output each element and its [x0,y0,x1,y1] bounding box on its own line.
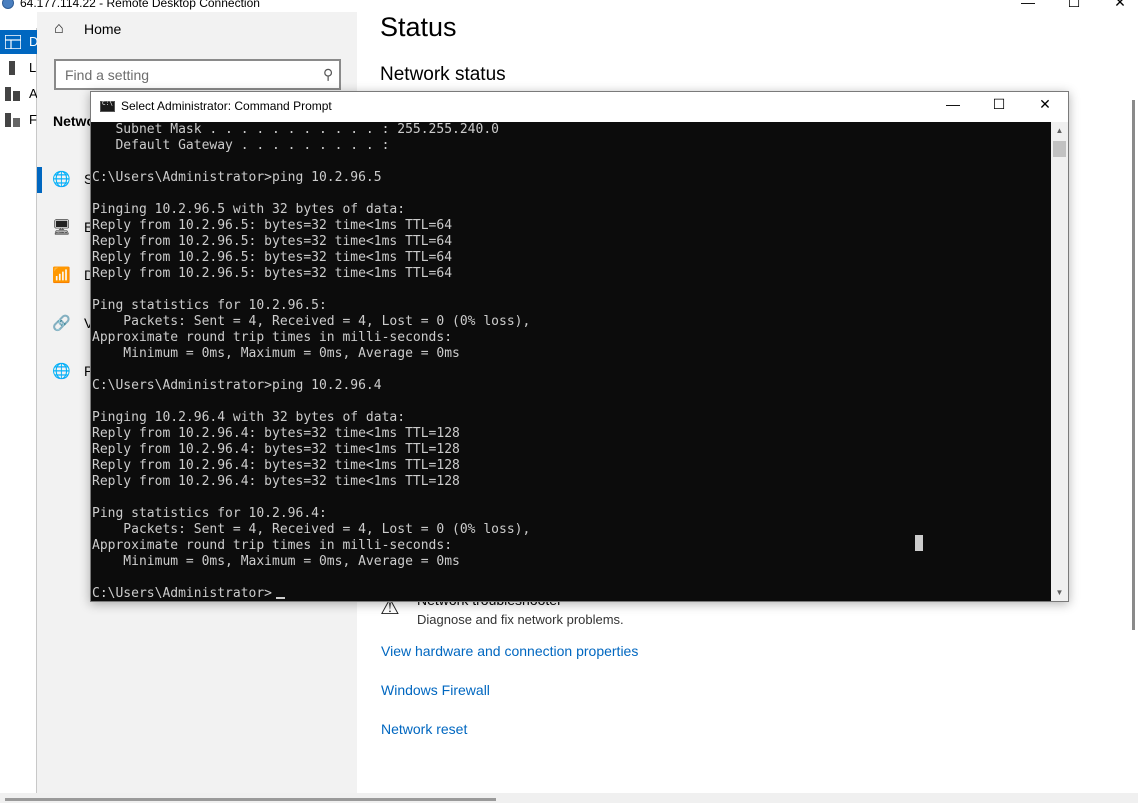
text-cursor [276,597,285,599]
console-line: C:\Users\Administrator>ping 10.2.96.5 [92,170,382,185]
console-line: Packets: Sent = 4, Received = 4, Lost = … [92,314,531,329]
rdp-minimize-button[interactable]: — [1005,0,1051,10]
selection-block [915,535,923,551]
rdp-close-button[interactable]: ✕ [1097,0,1138,10]
cmd-scrollbar[interactable]: ▲ ▼ [1051,122,1068,601]
search-icon[interactable]: ⚲ [323,66,333,83]
console-line: Reply from 10.2.96.5: bytes=32 time<1ms … [92,218,453,233]
cmd-title-bar[interactable]: Select Administrator: Command Prompt — ☐… [91,92,1068,122]
scroll-up-arrow-icon[interactable]: ▲ [1051,122,1068,139]
file-services-icon [5,113,20,127]
console-lines: Subnet Mask . . . . . . . . . . . : 255.… [92,122,530,601]
console-line: Ping statistics for 10.2.96.5: [92,298,327,313]
section-header: Netwo [53,113,95,129]
dashboard-icon [5,35,21,49]
console-output[interactable]: Subnet Mask . . . . . . . . . . . : 255.… [91,122,1051,601]
console-line: Default Gateway . . . . . . . . . : [92,138,390,153]
console-line: Minimum = 0ms, Maximum = 0ms, Average = … [92,554,460,569]
console-line: Reply from 10.2.96.4: bytes=32 time<1ms … [92,442,460,457]
console-line: Reply from 10.2.96.5: bytes=32 time<1ms … [92,266,453,281]
console-line: Pinging 10.2.96.4 with 32 bytes of data: [92,410,406,425]
view-hardware-properties-link[interactable]: View hardware and connection properties [381,643,638,659]
strip-item-letter: F [29,112,37,127]
rdp-maximize-button[interactable]: ☐ [1051,0,1097,10]
search-box: ⚲ [54,59,341,90]
globe-icon: 🌐 [52,171,71,188]
cmd-window-title: Select Administrator: Command Prompt [121,99,332,113]
strip-item-letter: L [29,60,37,75]
windows-firewall-link[interactable]: Windows Firewall [381,682,490,698]
strip-item-a[interactable]: A [0,82,38,106]
console-line: C:\Users\Administrator>ping 10.2.96.4 [92,378,382,393]
console-line: Reply from 10.2.96.5: bytes=32 time<1ms … [92,234,453,249]
console-line: C:\Users\Administrator> [92,586,273,601]
home-label: Home [84,21,122,37]
search-input[interactable] [56,61,316,88]
servers-icon [5,87,20,101]
console-line: Reply from 10.2.96.4: bytes=32 time<1ms … [92,474,460,489]
cmd-maximize-button[interactable]: ☐ [976,96,1022,118]
console-line: Minimum = 0ms, Maximum = 0ms, Average = … [92,346,460,361]
remote-desktop-icon [2,0,14,9]
desktop: 64.177.114.22 - Remote Desktop Connectio… [0,0,1138,803]
rdp-title-bar: 64.177.114.22 - Remote Desktop Connectio… [0,0,1138,12]
console-line: Ping statistics for 10.2.96.4: [92,506,327,521]
horizontal-scrollbar[interactable] [5,798,496,801]
cmd-close-button[interactable]: ✕ [1022,96,1068,118]
strip-item-d[interactable]: D [0,30,38,54]
console-icon [100,100,115,112]
console-line: Subnet Mask . . . . . . . . . . . : 255.… [92,122,499,137]
page-title: Status [380,12,457,42]
proxy-globe-icon: 🌐 [52,363,71,380]
console-line: Reply from 10.2.96.5: bytes=32 time<1ms … [92,250,453,265]
network-status-heading: Network status [380,64,506,85]
strip-item-l[interactable]: L [0,56,37,80]
console-line: Approximate round trip times in milli-se… [92,330,453,345]
server-icon [9,61,15,75]
remote-app-strip: D L A F [0,28,38,793]
home-icon: ⌂ [54,20,64,37]
console-line: Approximate round trip times in milli-se… [92,538,453,553]
dialup-icon: 📶 [52,267,71,284]
cmd-minimize-button[interactable]: — [930,96,976,118]
rdp-window-title: 64.177.114.22 - Remote Desktop Connectio… [20,0,260,10]
troubleshooter-description: Diagnose and fix network problems. [417,612,624,627]
ethernet-icon: 🖥 [52,219,72,236]
vpn-icon: 🔗 [52,315,71,332]
console-line: Reply from 10.2.96.4: bytes=32 time<1ms … [92,458,460,473]
command-prompt-window: Select Administrator: Command Prompt — ☐… [90,91,1069,602]
console-line: Pinging 10.2.96.5 with 32 bytes of data: [92,202,406,217]
scroll-down-arrow-icon[interactable]: ▼ [1051,584,1068,601]
network-reset-link[interactable]: Network reset [381,721,467,737]
console-line: Reply from 10.2.96.4: bytes=32 time<1ms … [92,426,460,441]
strip-item-f[interactable]: F [0,108,37,132]
scroll-thumb[interactable] [1053,141,1066,157]
settings-scrollbar[interactable] [1132,100,1135,630]
console-line: Packets: Sent = 4, Received = 4, Lost = … [92,522,531,537]
